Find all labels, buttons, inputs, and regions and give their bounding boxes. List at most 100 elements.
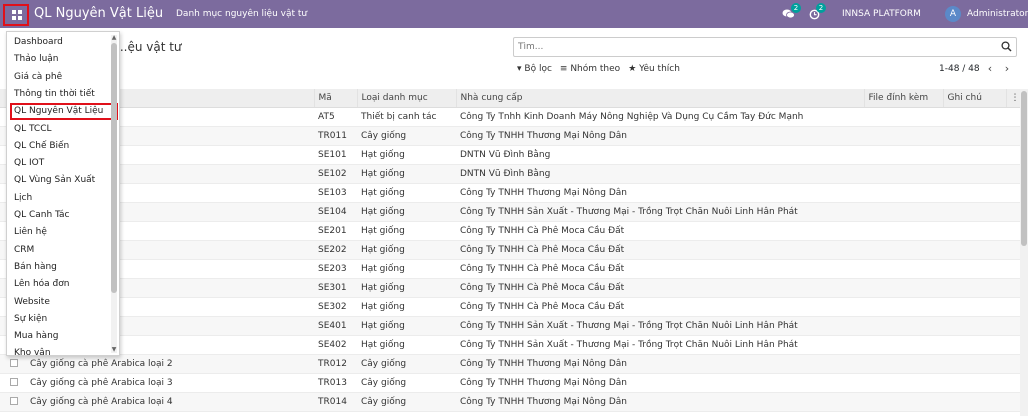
user-menu[interactable]: A Administrator bbox=[945, 0, 1028, 28]
table-row[interactable]: Cây giống cà phê Arabica loại 2 TR012 Cây … bbox=[0, 354, 1020, 374]
scroll-down-icon[interactable]: ▼ bbox=[111, 347, 117, 353]
cell-notes bbox=[943, 202, 1006, 222]
table-row[interactable]: ca Loại 2SE102Hạt giốngDNTN Vũ Đình Bằng bbox=[0, 164, 1020, 184]
cell-notes bbox=[943, 221, 1006, 241]
column-header-supplier[interactable]: Nhà cung cấp bbox=[456, 89, 865, 108]
table-row[interactable]: Loại 2SE302Hạt giốngCông Ty TNHH Cà Phê … bbox=[0, 297, 1020, 317]
filter-button[interactable]: ▾ Bộ lọc bbox=[517, 64, 552, 74]
row-checkbox[interactable] bbox=[10, 359, 18, 367]
column-header-attachments[interactable]: File đính kèm bbox=[864, 89, 944, 108]
cell-category: Hạt giống bbox=[357, 297, 456, 317]
cell-code: TR011 bbox=[314, 126, 357, 146]
cell-supplier: Công Ty TNHH Thương Mại Nông Dân bbox=[456, 126, 864, 146]
cell-options bbox=[1006, 297, 1020, 317]
dropdown-scrollbar[interactable]: ▲ ▼ bbox=[111, 35, 117, 353]
apps-menu-item[interactable]: Thảo luận bbox=[14, 54, 59, 64]
cell-category: Cây giống bbox=[357, 392, 456, 412]
cell-code: SE101 bbox=[314, 145, 357, 165]
cell-name: Cây giống cà phê Arabica loại 4 bbox=[0, 392, 314, 412]
cell-attachments bbox=[864, 164, 943, 184]
page-scrollbar[interactable] bbox=[1020, 89, 1028, 416]
table-row[interactable]: y Loại 2SE402Hạt giốngCông Ty TNHH Sản X… bbox=[0, 335, 1020, 355]
column-header-category[interactable]: Loại danh mục bbox=[357, 89, 457, 108]
apps-menu-item[interactable]: QL Nguyên Vật Liệu bbox=[14, 106, 103, 116]
cell-options bbox=[1006, 392, 1020, 412]
table-row[interactable]: AT5 Thiết bị canh tác Công Ty Tnhh Kinh Do… bbox=[0, 107, 1020, 127]
pager-previous-button[interactable]: ‹ bbox=[984, 62, 996, 76]
cell-code: AT5 bbox=[314, 107, 357, 127]
cell-category: Hạt giống bbox=[357, 164, 456, 184]
apps-menu-item[interactable]: QL TCCL bbox=[14, 124, 52, 134]
cell-notes bbox=[943, 145, 1006, 165]
apps-menu-item[interactable]: Giá cà phê bbox=[14, 72, 62, 82]
activity-button[interactable]: 2 bbox=[809, 0, 826, 28]
cell-category: Cây giống bbox=[357, 126, 456, 146]
apps-menu-item[interactable]: Website bbox=[14, 297, 50, 307]
cell-supplier: Công Ty TNHH Sản Xuất - Thương Mại - Trồ… bbox=[456, 202, 864, 222]
cell-supplier: Công Ty TNHH Sản Xuất - Thương Mại - Trồ… bbox=[456, 335, 864, 355]
company-switcher[interactable]: INNSA PLATFORM bbox=[842, 0, 921, 28]
column-options-button[interactable]: ⋮ bbox=[1006, 89, 1021, 108]
column-header-notes[interactable]: Ghi chú bbox=[943, 89, 1007, 108]
cell-options bbox=[1006, 107, 1020, 127]
favorites-button[interactable]: ★ Yêu thích bbox=[628, 64, 680, 74]
apps-menu-item[interactable]: Thông tin thời tiết bbox=[14, 89, 95, 99]
cell-notes bbox=[943, 126, 1006, 146]
apps-menu-item[interactable]: CRM bbox=[14, 245, 34, 255]
chat-button[interactable]: 2 bbox=[782, 0, 801, 28]
cell-supplier: DNTN Vũ Đình Bằng bbox=[456, 145, 864, 165]
cell-supplier: Công Ty TNHH Cà Phê Moca Cầu Đất bbox=[456, 240, 864, 260]
cell-code: SE203 bbox=[314, 259, 357, 279]
row-checkbox[interactable] bbox=[10, 397, 18, 405]
dropdown-scrollbar-thumb[interactable] bbox=[111, 43, 117, 293]
table-row[interactable]: y Loại 1SE401Hạt giốngCông Ty TNHH Sản X… bbox=[0, 316, 1020, 336]
user-name: Administrator bbox=[967, 9, 1028, 19]
table-row[interactable]: Loại 1SE301Hạt giốngCông Ty TNHH Cà Phê … bbox=[0, 278, 1020, 298]
cell-attachments bbox=[864, 107, 943, 127]
row-checkbox[interactable] bbox=[10, 378, 18, 386]
table-row[interactable]: Cây giống cà phê Arabica loại 3 TR013 Cây … bbox=[0, 373, 1020, 393]
cell-name: Cây giống cà phê Arabica loại 2 bbox=[0, 354, 314, 374]
cell-attachments bbox=[864, 392, 943, 412]
cell-notes bbox=[943, 240, 1006, 260]
search-icon[interactable] bbox=[1001, 41, 1012, 52]
apps-menu-item[interactable]: QL Vùng Sản Xuất bbox=[14, 175, 95, 185]
table-row[interactable]: sta loại 2SE202Hạt giốngCông Ty TNHH Cà … bbox=[0, 240, 1020, 260]
apps-menu-item[interactable]: Liên hệ bbox=[14, 227, 47, 237]
column-header-code[interactable]: Mã bbox=[314, 89, 358, 108]
apps-menu-item[interactable]: QL IOT bbox=[14, 158, 44, 168]
table-row[interactable]: sta loại 3SE203Hạt giốngCông Ty TNHH Cà … bbox=[0, 259, 1020, 279]
table-row[interactable]: ca Loại 1SE101Hạt giốngDNTN Vũ Đình Bằng bbox=[0, 145, 1020, 165]
apps-menu-item[interactable]: QL Canh Tác bbox=[14, 210, 70, 220]
apps-menu-item[interactable]: Bán hàng bbox=[14, 262, 57, 272]
cell-category: Hạt giống bbox=[357, 145, 456, 165]
apps-menu-item[interactable]: Mua hàng bbox=[14, 331, 58, 341]
vertical-dots-icon: ⋮ bbox=[1010, 92, 1020, 103]
table-row[interactable]: Cây giống cà phê Arabica loại 4 TR014 Cây … bbox=[0, 392, 1020, 412]
search-input[interactable] bbox=[518, 40, 988, 54]
scroll-up-icon[interactable]: ▲ bbox=[111, 35, 117, 41]
app-title[interactable]: QL Nguyên Vật Liệu bbox=[34, 6, 163, 21]
scrollbar-thumb[interactable] bbox=[1021, 91, 1027, 246]
apps-menu-button[interactable] bbox=[3, 4, 29, 26]
table-row[interactable]: sta loại 1SE201Hạt giốngCông Ty TNHH Cà … bbox=[0, 221, 1020, 241]
cell-notes bbox=[943, 335, 1006, 355]
cell-notes bbox=[943, 392, 1006, 412]
apps-menu-item[interactable]: QL Chế Biến bbox=[14, 141, 69, 151]
apps-menu-item[interactable]: Lịch bbox=[14, 193, 32, 203]
table-row[interactable]: ca Loại 4SE104Hạt giốngCông Ty TNHH Sản … bbox=[0, 202, 1020, 222]
pager-value[interactable]: 1-48 / 48 bbox=[939, 64, 980, 74]
apps-menu-item[interactable]: Sự kiện bbox=[14, 314, 47, 324]
apps-menu-item[interactable]: Dashboard bbox=[14, 37, 63, 47]
menu-materials-catalog[interactable]: Danh mục nguyên liệu vật tư bbox=[176, 9, 307, 19]
table-row[interactable]: ca Loại 3SE103Hạt giốngCông Ty TNHH Thươ… bbox=[0, 183, 1020, 203]
table-row[interactable]: ca loại 1TR011Cây giốngCông Ty TNHH Thươ… bbox=[0, 126, 1020, 146]
apps-menu-item[interactable]: Kho vận bbox=[14, 348, 51, 355]
pager-next-button[interactable]: › bbox=[1001, 62, 1013, 76]
apps-menu-item[interactable]: Lên hóa đơn bbox=[14, 279, 69, 289]
cell-code: SE401 bbox=[314, 316, 357, 336]
cell-category: Hạt giống bbox=[357, 221, 456, 241]
group-by-button[interactable]: ≡ Nhóm theo bbox=[560, 64, 620, 74]
cell-attachments bbox=[864, 183, 943, 203]
cell-code: TR012 bbox=[314, 354, 357, 374]
